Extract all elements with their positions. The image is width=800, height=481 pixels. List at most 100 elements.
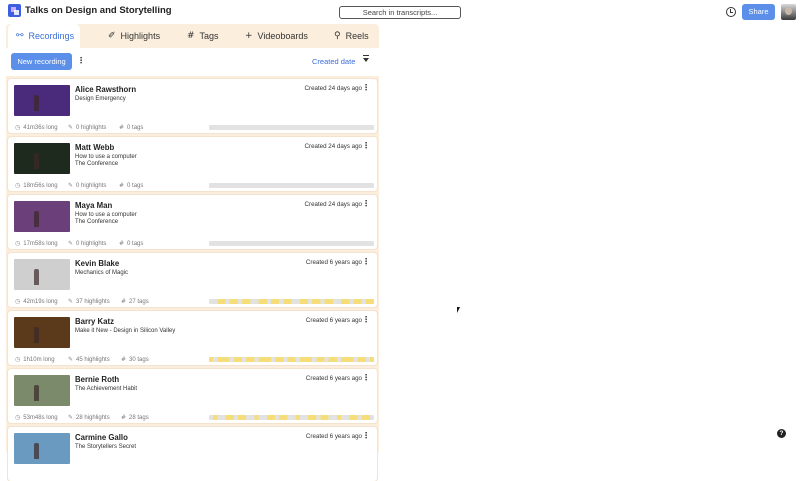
highlight-density-bar[interactable]: [209, 125, 374, 130]
recordings-toolbar: New recording ⋮ Created date: [6, 48, 379, 76]
hash-icon: #: [119, 124, 125, 131]
recording-card[interactable]: Barry Katz Make it New - Design in Silico…: [8, 311, 377, 365]
highlighter-icon: ✎: [68, 182, 74, 189]
recording-subtitle-line: Make it New - Design in Silicon Valley: [75, 328, 176, 334]
tab-bar: ⚯ Recordings ✐ Highlights # Tags + Video…: [6, 24, 379, 48]
recording-thumbnail[interactable]: [14, 85, 70, 116]
recording-thumbnail[interactable]: [14, 201, 70, 232]
highlight-count-text: 28 highlights: [76, 415, 110, 421]
recording-created-date: Created 24 days ago: [304, 201, 362, 208]
recording-more-options-icon[interactable]: ⋮: [362, 84, 370, 92]
recording-card[interactable]: Maya Man How to use a computer The Confere…: [8, 195, 377, 249]
highlight-density-bar[interactable]: [209, 183, 374, 188]
recording-highlight-count: ✎ 0 highlights: [68, 124, 106, 131]
app-title: Talks on Design and Storytelling: [25, 5, 172, 16]
help-icon[interactable]: ?: [777, 429, 786, 438]
tab-label: Highlights: [120, 31, 161, 41]
recording-card[interactable]: Matt Webb How to use a computer The Confer…: [8, 137, 377, 191]
share-button[interactable]: Share: [742, 4, 775, 20]
recording-subtitle-line: Mechanics of Magic: [75, 270, 129, 276]
length-text: 18m56s long: [23, 183, 58, 189]
recording-thumbnail[interactable]: [14, 317, 70, 348]
highlight-density-bar[interactable]: [209, 299, 374, 304]
tab-recordings[interactable]: ⚯ Recordings: [8, 24, 80, 48]
highlight-count-text: 0 highlights: [76, 241, 107, 247]
recording-highlight-count: ✎ 37 highlights: [68, 298, 110, 305]
recording-more-options-icon[interactable]: ⋮: [362, 316, 370, 324]
tag-count-text: 0 tags: [127, 241, 144, 247]
recording-subtitle: The Storytellers Secret: [75, 444, 136, 451]
recording-more-options-icon[interactable]: ⋮: [362, 200, 370, 208]
recording-subtitle-line: How to use a computer: [75, 212, 137, 218]
recording-speaker-name[interactable]: Alice Rawsthorn: [75, 85, 136, 94]
recording-speaker-name[interactable]: Matt Webb: [75, 143, 114, 152]
tab-label: Tags: [199, 31, 219, 41]
recording-more-options-icon[interactable]: ⋮: [362, 374, 370, 382]
length-text: 1h10m long: [23, 357, 55, 363]
search-input[interactable]: Search in transcripts...: [339, 6, 461, 19]
reels-icon: ⚲: [334, 30, 341, 41]
user-avatar[interactable]: [781, 4, 796, 20]
recording-speaker-name[interactable]: Bernie Roth: [75, 375, 119, 384]
recording-tag-count: #30 tags: [121, 356, 149, 363]
highlight-count-text: 0 highlights: [76, 125, 107, 131]
highlight-density-bar[interactable]: [209, 241, 374, 246]
recording-speaker-name[interactable]: Barry Katz: [75, 317, 114, 326]
recording-thumbnail[interactable]: [14, 259, 70, 290]
app-logo-icon[interactable]: [8, 4, 21, 17]
recording-tag-count: #27 tags: [121, 298, 149, 305]
highlight-count-text: 0 highlights: [76, 183, 107, 189]
recording-card[interactable]: Kevin Blake Mechanics of Magic Created 6 y…: [8, 253, 377, 307]
recording-tag-count: #0 tags: [119, 182, 143, 189]
recording-highlight-count: ✎ 28 highlights: [68, 414, 110, 421]
recording-more-options-icon[interactable]: ⋮: [362, 432, 370, 440]
recording-speaker-name[interactable]: Carmine Gallo: [75, 433, 128, 442]
highlight-density-bar[interactable]: [209, 415, 374, 420]
clock-icon: ◷: [15, 124, 21, 131]
recording-subtitle: Design Emergency: [75, 96, 126, 103]
recordings-icon: ⚯: [16, 30, 24, 41]
recording-more-options-icon[interactable]: ⋮: [362, 142, 370, 150]
recording-created-date: Created 6 years ago: [305, 375, 362, 382]
recording-thumbnail[interactable]: [14, 375, 70, 406]
hash-icon: #: [187, 30, 195, 41]
recording-tag-count: #0 tags: [119, 124, 143, 131]
tag-count-text: 27 tags: [129, 299, 149, 305]
hash-icon: #: [121, 356, 127, 363]
hash-icon: #: [119, 182, 125, 189]
tab-reels[interactable]: ⚲ Reels: [334, 24, 369, 48]
recording-created-date: Created 24 days ago: [304, 85, 362, 92]
recording-card[interactable]: Carmine Gallo The Storytellers Secret Crea…: [8, 427, 377, 481]
recording-length: ◷ 53m48s long: [15, 414, 58, 421]
tab-label: Videoboards: [257, 31, 308, 41]
new-recording-button[interactable]: New recording: [11, 53, 72, 70]
recording-thumbnail[interactable]: [14, 433, 70, 464]
hash-icon: #: [121, 298, 127, 305]
recording-speaker-name[interactable]: Kevin Blake: [75, 259, 119, 268]
recording-card[interactable]: Bernie Roth The Achievement Habit Created …: [8, 369, 377, 423]
highlight-density-bar[interactable]: [209, 357, 374, 362]
highlighter-icon: ✐: [108, 30, 116, 41]
recording-thumbnail[interactable]: [14, 143, 70, 174]
recording-subtitle-line: The Conference: [75, 161, 119, 168]
tab-highlights[interactable]: ✐ Highlights: [108, 24, 160, 48]
hash-icon: #: [121, 414, 127, 421]
length-text: 41m36s long: [23, 125, 58, 131]
recording-more-options-icon[interactable]: ⋮: [362, 258, 370, 266]
sort-direction-icon[interactable]: [363, 55, 369, 62]
recording-speaker-name[interactable]: Maya Man: [75, 201, 112, 210]
tab-videoboards[interactable]: + Videoboards: [245, 24, 308, 48]
sort-field-select[interactable]: Created date: [312, 57, 355, 66]
more-options-icon[interactable]: ⋮: [77, 57, 85, 65]
recording-subtitle: How to use a computer The Conference: [75, 154, 137, 169]
recording-card[interactable]: Alice Rawsthorn Design Emergency Created 2…: [8, 79, 377, 133]
recording-subtitle-line: The Conference: [75, 219, 119, 226]
tab-tags[interactable]: # Tags: [187, 24, 219, 48]
highlighter-icon: ✎: [68, 124, 74, 131]
recording-highlight-count: ✎ 45 highlights: [68, 356, 110, 363]
history-clock-icon[interactable]: [726, 7, 736, 17]
tag-count-text: 0 tags: [127, 183, 144, 189]
recording-created-date: Created 6 years ago: [305, 259, 362, 266]
clock-icon: ◷: [15, 356, 21, 363]
highlight-count-text: 37 highlights: [76, 299, 110, 305]
